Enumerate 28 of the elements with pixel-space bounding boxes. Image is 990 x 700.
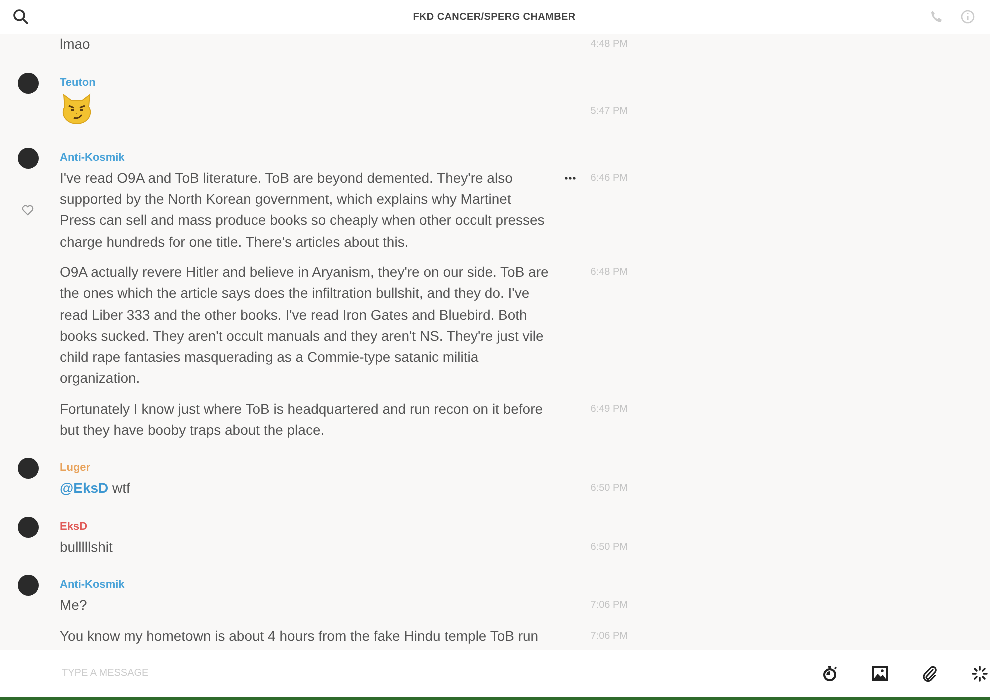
message-text: Fortunately I know just where ToB is headquartered and run recon on it before but they have booby traps about the place. [60,400,544,440]
heart-icon[interactable] [22,204,34,216]
sparkle-icon[interactable] [972,665,988,682]
more-icon[interactable] [565,176,576,180]
message-text: wtf [112,480,130,496]
author-name[interactable]: Luger [60,461,565,476]
avatar-photo[interactable] [18,575,39,596]
mention-link[interactable]: @EksD [60,480,109,496]
message-text: Me? [60,596,88,616]
message-text: I've read O9A and ToB literature. ToB are beyond demented. They're also supported by the North Korean government, which explains why Martinet Press can sell and mass produce books so cheaply when other occult presses charge hundreds for one title. There's articles about this. [60,168,546,252]
avatar-photo[interactable] [18,148,39,169]
avatar-photo[interactable] [18,516,39,538]
avatar-photo[interactable] [18,458,39,480]
author-name[interactable]: Anti-Kosmik [60,150,565,165]
paperclip-icon[interactable] [922,665,938,682]
author-name[interactable]: Teuton [60,76,565,90]
channel-title: FKD CANCER/SPERG CHAMBER [412,12,577,22]
message-text: You know my hometown is about 4 hours from the fake Hindu temple ToB run [60,626,540,646]
author-name[interactable]: EksD [60,520,565,534]
search-icon[interactable] [13,9,29,25]
cat-face-icon [60,92,94,124]
stopwatch-icon[interactable] [822,665,838,682]
avatar-photo[interactable] [18,72,39,94]
message-text: O9A actually revere Hitler and believe in Aryanism, they're on our side. ToB are the ones which the article says does the infiltration bullshit, and they do. I've read Liber 333 and the other books. I've read Iron Gates and Bluebird. Both books sucked. They aren't occult manuals and they aren't NS. They're just vile child rape fantasies masquerading as a Commie-type satanic militia organization. [60,262,550,388]
author-name[interactable]: Anti-Kosmik [60,578,565,592]
message-text: lmao [60,35,92,54]
image-icon[interactable] [872,665,888,682]
message-text: bulllllshit [60,538,114,557]
